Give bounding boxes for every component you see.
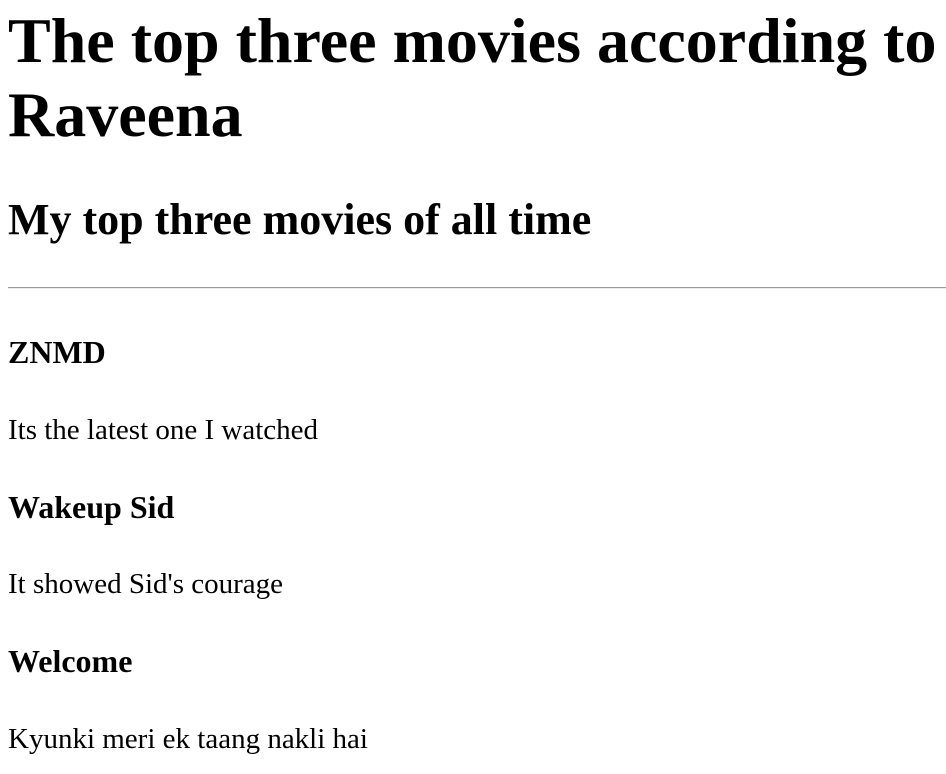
movie-description-2: It showed Sid's courage [8,568,284,600]
movie-description-1: Its the latest one I watched [8,414,319,446]
movie-description-3: Kyunki meri ek taang nakli hai [8,723,368,755]
section-divider [8,287,946,289]
movie-title-3: Welcome [8,643,133,679]
movie-title-1: ZNMD [8,334,106,370]
movie-title-2: Wakeup Sid [8,489,175,525]
page-subtitle: My top three movies of all time [8,195,592,244]
page-title: The top three movies according to Raveen… [8,5,937,150]
